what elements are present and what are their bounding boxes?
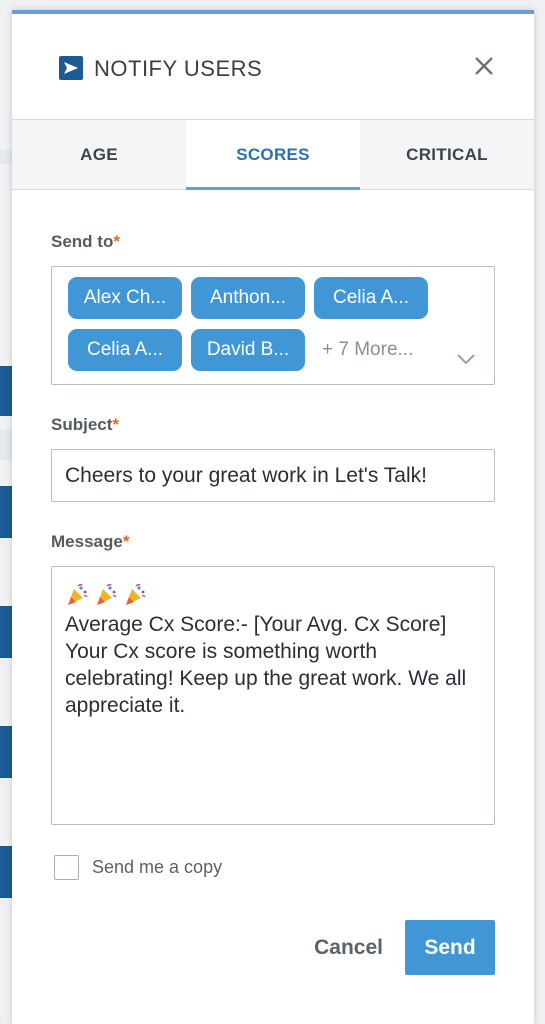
more-recipients-link[interactable]: + 7 More... [322, 339, 413, 361]
dialog-header: NOTIFY USERS [12, 14, 534, 120]
chip-row: Celia A... David B... + 7 More... [68, 328, 494, 372]
close-icon[interactable] [470, 52, 498, 80]
required-mark: * [113, 232, 120, 251]
recipient-chip[interactable]: Celia A... [314, 277, 428, 319]
message-textarea[interactable]: Average Cx Score:- [Your Avg. Cx Score] … [51, 566, 495, 825]
tab-critical[interactable]: CRITICAL [360, 120, 534, 189]
required-mark: * [112, 415, 120, 434]
recipient-chip[interactable]: Celia A... [68, 329, 182, 371]
recipients-field[interactable]: Alex Ch... Anthon... Celia A... Celia A.… [51, 266, 495, 385]
subject-label: Subject* [51, 415, 495, 435]
send-button[interactable]: Send [405, 920, 495, 975]
party-popper-icon [68, 583, 88, 605]
form-body: Send to* Alex Ch... Anthon... Celia A...… [12, 232, 534, 975]
recipient-chip[interactable]: Anthon... [191, 277, 305, 319]
notify-users-dialog: NOTIFY USERS AGE SCORES CRITICAL Send to… [12, 10, 534, 1024]
tab-scores[interactable]: SCORES [186, 120, 360, 190]
dialog-title: NOTIFY USERS [94, 56, 263, 81]
send-icon [59, 56, 83, 80]
send-copy-label[interactable]: Send me a copy [92, 857, 222, 878]
dialog-actions: Cancel Send [51, 920, 495, 975]
message-label: Message* [51, 532, 495, 552]
send-to-label: Send to* [51, 232, 495, 252]
required-mark: * [122, 532, 130, 551]
emoji-row [65, 581, 481, 609]
message-label-text: Message [51, 532, 123, 551]
subject-input[interactable]: Cheers to your great work in Let's Talk! [51, 449, 495, 502]
message-line: Average Cx Score:- [Your Avg. Cx Score] [65, 613, 447, 636]
chevron-down-icon[interactable] [456, 352, 476, 370]
message-line: Your Cx score is something worth celebra… [65, 640, 467, 717]
tab-bar: AGE SCORES CRITICAL [12, 120, 534, 190]
recipient-chip[interactable]: David B... [191, 329, 305, 371]
cancel-button[interactable]: Cancel [314, 936, 383, 960]
send-copy-checkbox[interactable] [54, 855, 79, 880]
recipient-chip[interactable]: Alex Ch... [68, 277, 182, 319]
send-copy-row: Send me a copy [54, 855, 495, 880]
tab-age[interactable]: AGE [12, 120, 186, 189]
subject-label-text: Subject [51, 415, 113, 434]
party-popper-icon [97, 583, 117, 605]
party-popper-icon [126, 583, 146, 605]
send-to-label-text: Send to [51, 232, 114, 251]
chip-row: Alex Ch... Anthon... Celia A... [68, 276, 494, 320]
